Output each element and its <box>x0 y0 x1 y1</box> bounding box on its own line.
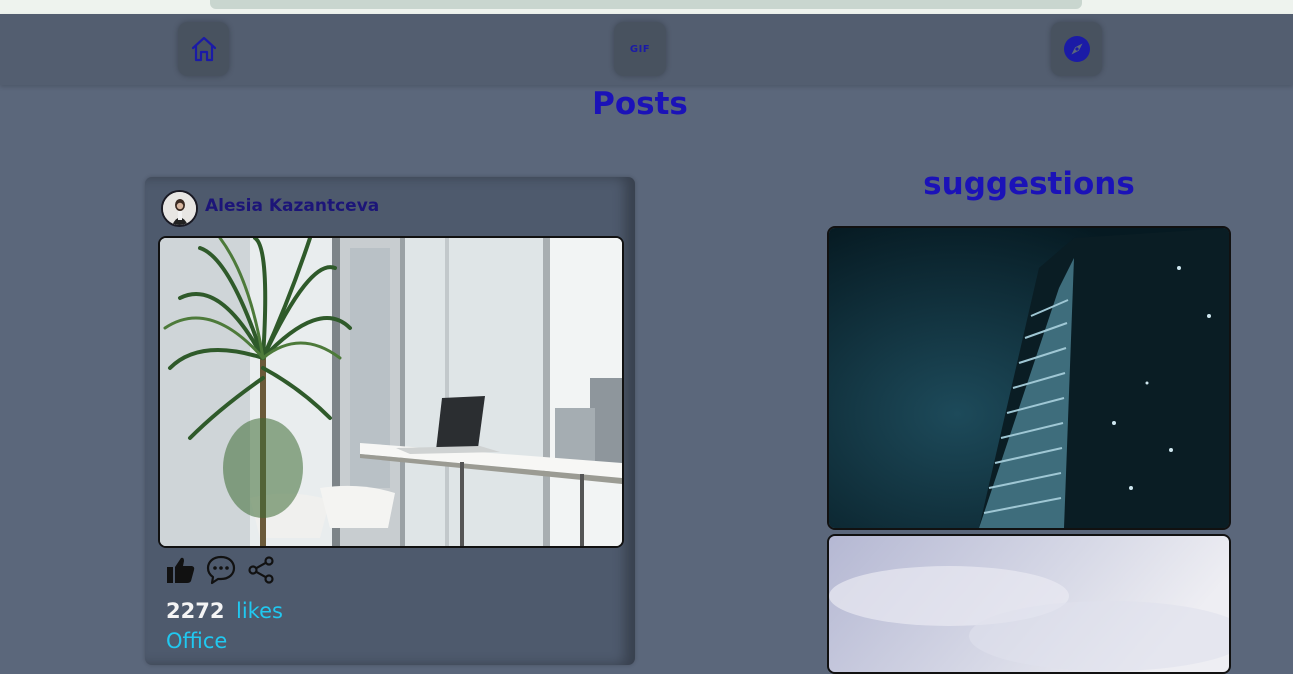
browser-chrome <box>0 0 1293 14</box>
likes-label: likes <box>236 599 283 623</box>
suggestion-image[interactable] <box>827 534 1231 674</box>
suggestions-title: suggestions <box>923 166 1135 202</box>
thumbs-up-icon[interactable] <box>165 554 197 586</box>
post-image[interactable] <box>158 236 624 548</box>
page-title: Posts <box>592 86 688 122</box>
suggestion-image[interactable] <box>827 226 1231 530</box>
avatar[interactable] <box>161 190 198 227</box>
home-icon <box>191 36 216 62</box>
address-bar[interactable] <box>210 0 1082 9</box>
gif-label: GIF <box>629 43 651 55</box>
post-caption: Office <box>166 629 228 653</box>
gif-button[interactable]: GIF <box>614 22 666 76</box>
post-author[interactable]: Alesia Kazantceva <box>205 196 379 216</box>
likes-count: 2272 <box>166 599 225 623</box>
explore-button[interactable] <box>1051 22 1102 76</box>
share-icon[interactable] <box>245 554 277 586</box>
home-button[interactable] <box>178 22 229 76</box>
post-card: Alesia Kazantceva 2272 likes Office <box>145 177 635 665</box>
top-navbar: GIF <box>0 14 1293 85</box>
compass-icon <box>1063 36 1090 62</box>
comment-icon[interactable] <box>205 554 237 586</box>
